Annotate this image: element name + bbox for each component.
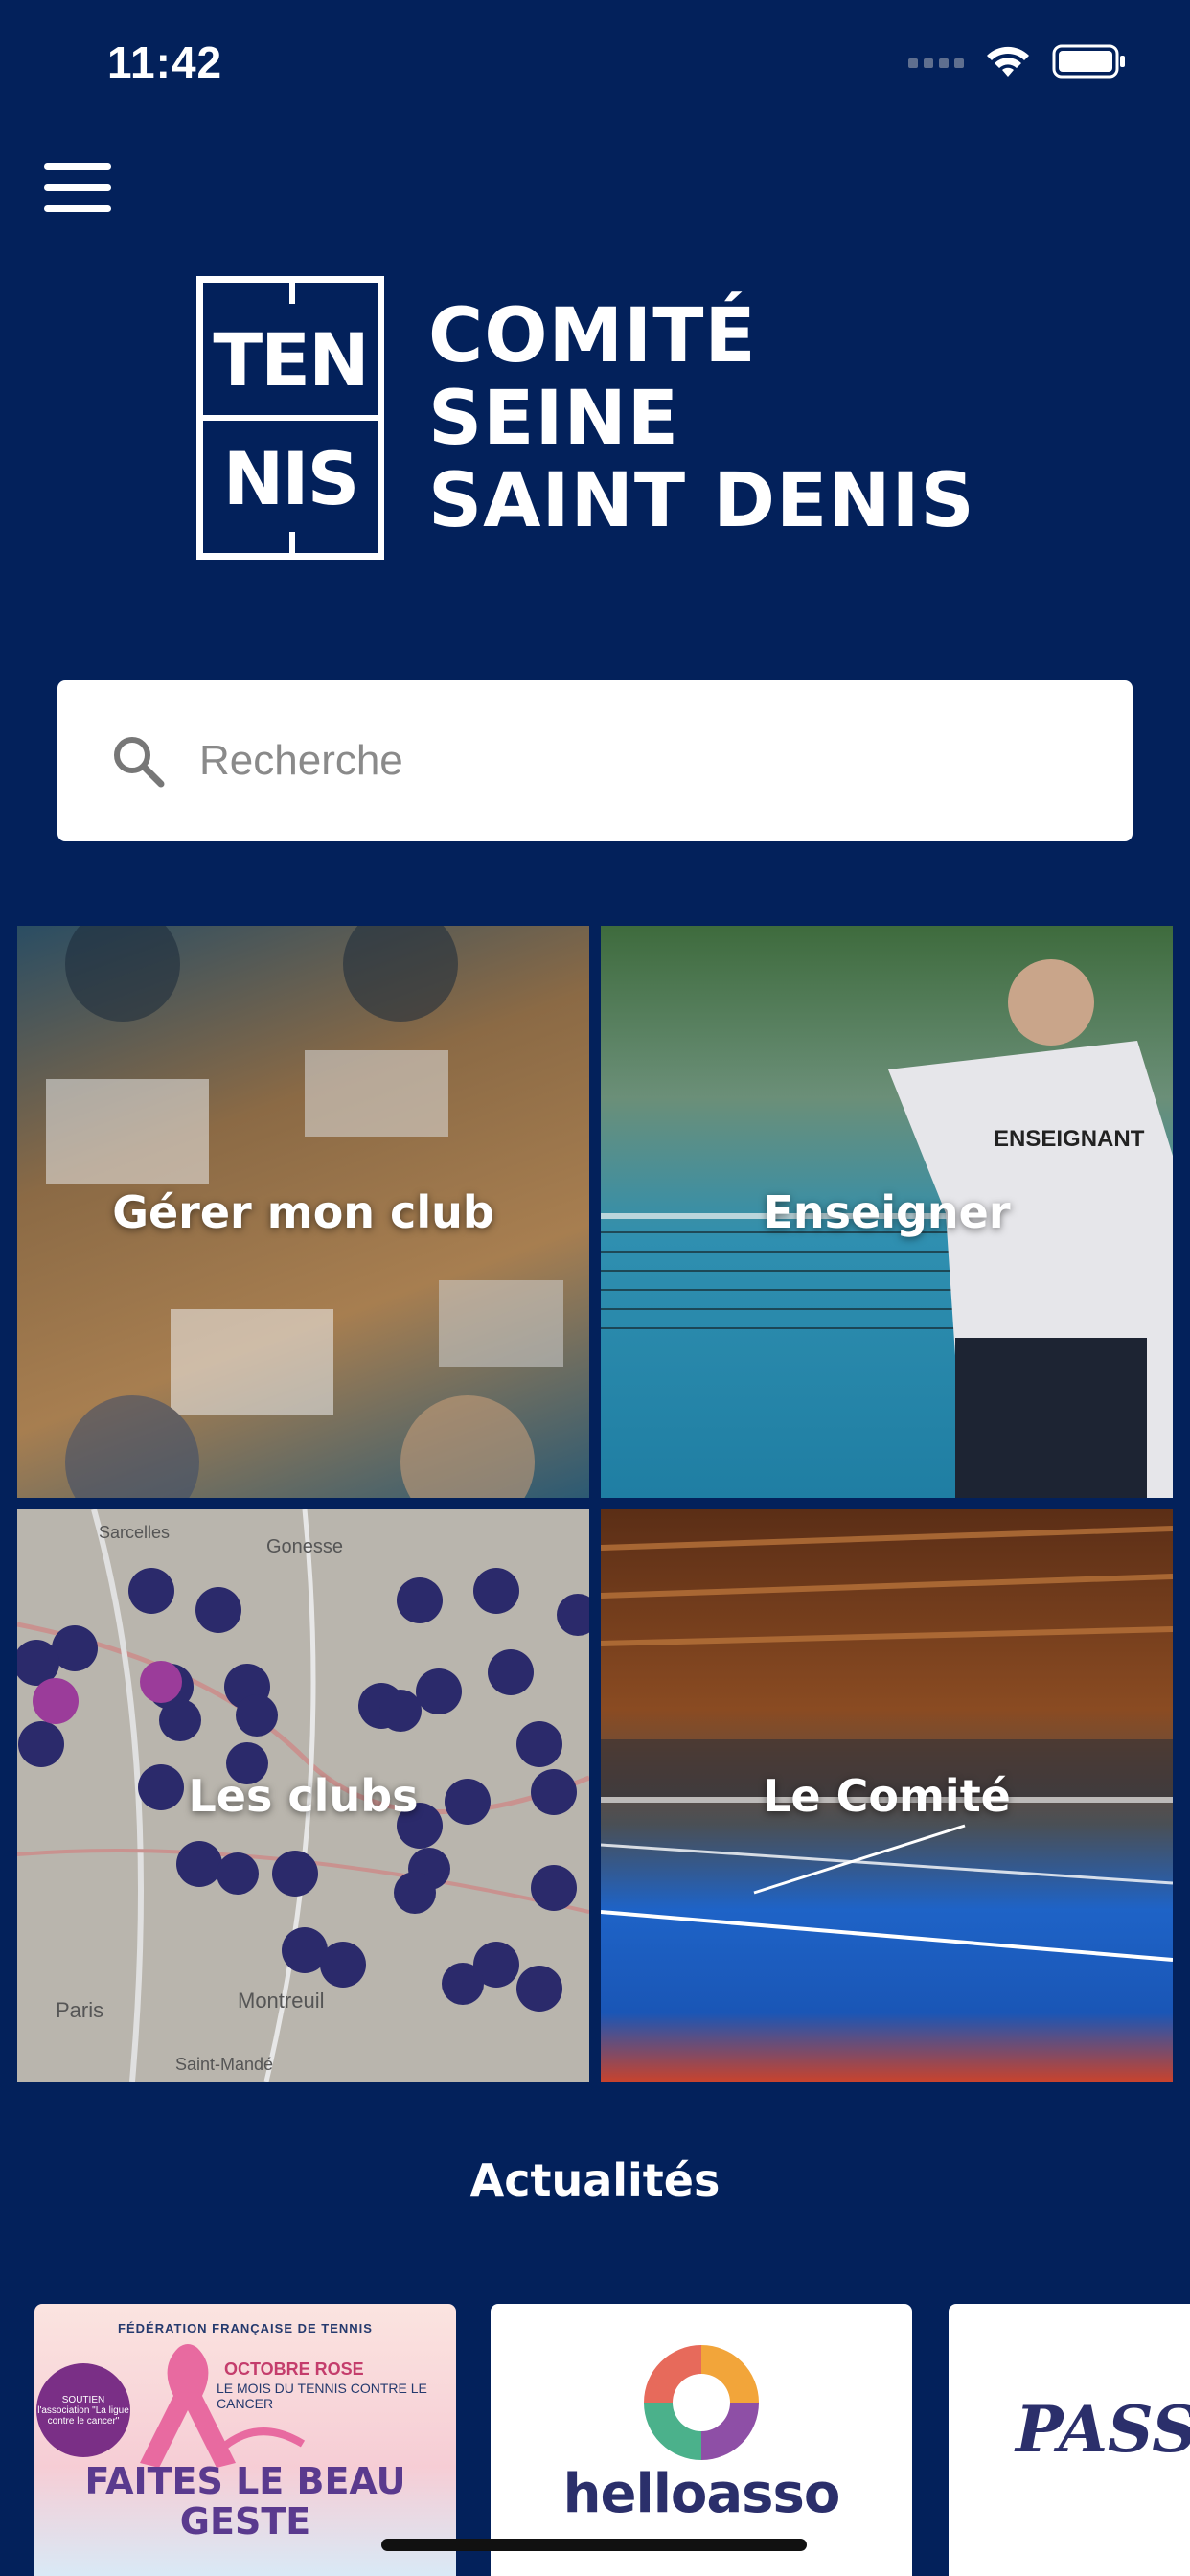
news-card-octobre-rose[interactable]: FÉDÉRATION FRANÇAISE DE TENNIS OCTOBRE R…: [34, 2304, 456, 2576]
svg-text:Paris: Paris: [56, 1998, 103, 2022]
news-section-title: Actualités: [469, 2154, 721, 2206]
logo-line-3: SAINT DENIS: [428, 458, 975, 544]
tile-label: Gérer mon club: [112, 1186, 494, 1238]
tile-grid: Gérer mon club ENSEIGNANT Enseigner Gone…: [17, 926, 1173, 2082]
logo-mark-top: TEN: [213, 317, 369, 402]
news-card-pass-sport[interactable]: PASSSP: [949, 2304, 1190, 2576]
tile-committee[interactable]: Le Comité: [601, 1509, 1173, 2082]
battery-icon: [1052, 44, 1125, 79]
home-indicator[interactable]: [381, 2539, 807, 2551]
tile-clubs-map[interactable]: Gonesse Sarcelles Paris Montreuil Saint-…: [17, 1509, 589, 2082]
tennis-logo-mark: TEN NIS: [196, 276, 384, 560]
news-card-subtitle2: LE MOIS DU TENNIS CONTRE LE CANCER: [217, 2380, 427, 2411]
search-icon: [114, 737, 165, 788]
svg-text:ENSEIGNANT: ENSEIGNANT: [994, 1126, 1145, 1152]
status-time: 11:42: [107, 37, 223, 87]
tile-teach[interactable]: ENSEIGNANT Enseigner: [601, 926, 1173, 1498]
logo: TEN NIS COMITÉ SEINE SAINT DENIS: [196, 276, 1020, 564]
menu-icon-bar: [44, 205, 111, 212]
news-card-headline: FAITES LE BEAU GESTE: [84, 2460, 406, 2542]
news-card-badge: SOUTIEN l'association "La ligue contre l…: [36, 2363, 130, 2457]
menu-button[interactable]: [44, 163, 111, 220]
tile-manage-club[interactable]: Gérer mon club: [17, 926, 589, 1498]
logo-line-2: SEINE: [428, 376, 680, 462]
news-card-subtitle: OCTOBRE ROSE: [224, 2359, 364, 2379]
search-input[interactable]: [197, 736, 1064, 786]
svg-text:Gonesse: Gonesse: [266, 1536, 343, 1557]
tile-label: Enseigner: [763, 1186, 1011, 1238]
tile-label: Les clubs: [188, 1770, 419, 1822]
logo-text: COMITÉ SEINE SAINT DENIS: [428, 295, 975, 542]
svg-text:Sarcelles: Sarcelles: [99, 1523, 170, 1542]
menu-icon-bar: [44, 184, 111, 191]
logo-net-line: [203, 415, 378, 421]
svg-text:Montreuil: Montreuil: [238, 1989, 324, 2012]
wifi-icon: [987, 46, 1029, 77]
signal-icon: [908, 58, 964, 68]
logo-tick: [289, 283, 295, 304]
search-bar[interactable]: [57, 680, 1133, 841]
logo-mark-bottom: NIS: [222, 436, 360, 521]
status-bar: 11:42: [0, 0, 1190, 125]
news-card-brand: PASSSP: [1016, 2392, 1190, 2467]
news-card-brand: helloasso: [562, 2463, 841, 2525]
menu-icon-bar: [44, 163, 111, 170]
svg-text:Saint-Mandé: Saint-Mandé: [175, 2055, 273, 2074]
logo-tick: [289, 532, 295, 553]
status-icons: [908, 44, 1127, 79]
helloasso-logo-icon: [644, 2345, 759, 2460]
news-card-helloasso[interactable]: helloasso: [491, 2304, 912, 2576]
news-card-header: FÉDÉRATION FRANÇAISE DE TENNIS: [118, 2321, 373, 2335]
logo-line-1: COMITÉ: [428, 293, 757, 380]
tile-label: Le Comité: [763, 1770, 1011, 1822]
